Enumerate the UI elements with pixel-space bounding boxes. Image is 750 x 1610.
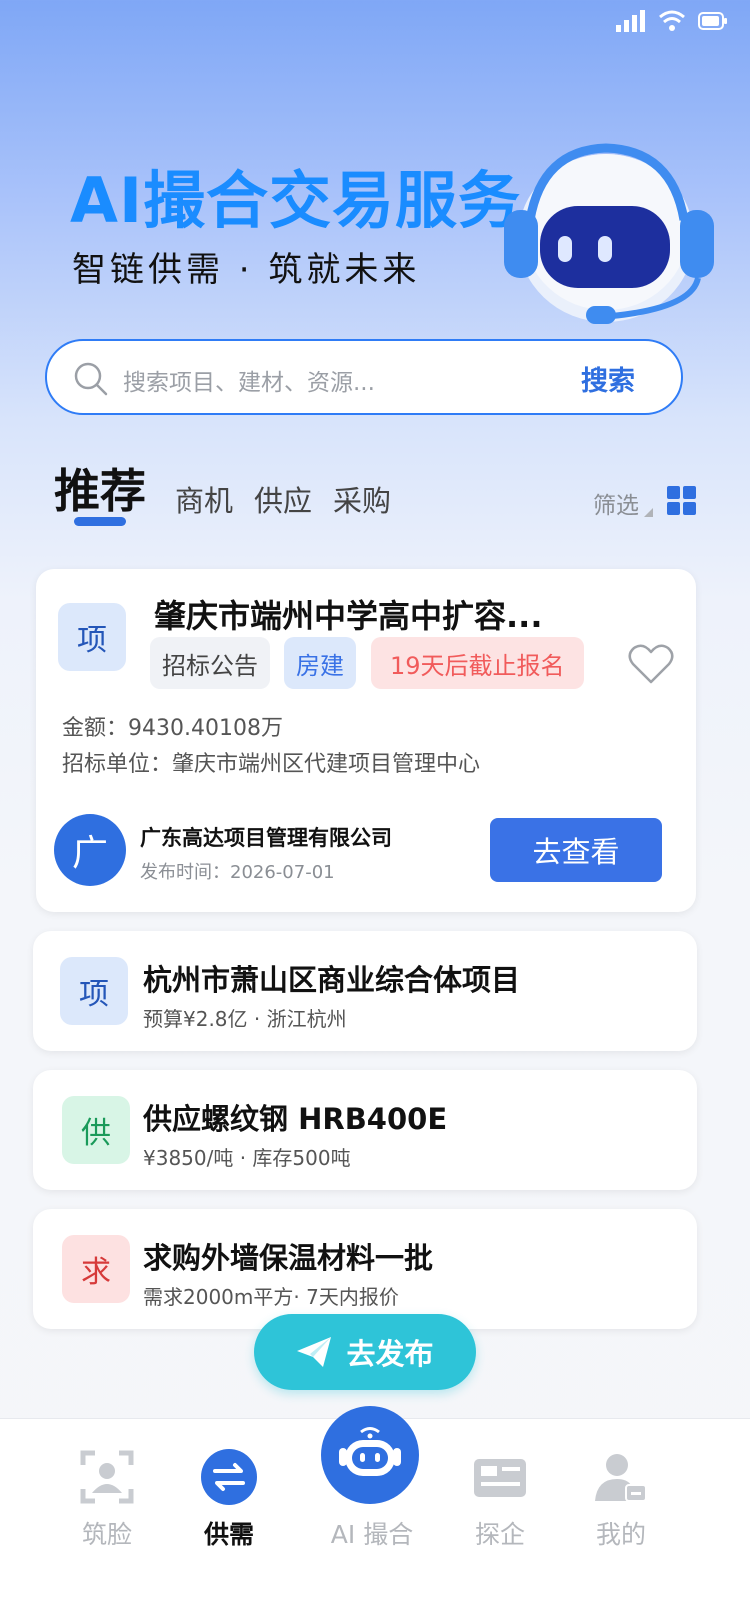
project-amount: 金额：9430.40108万 (62, 716, 283, 741)
view-detail-button[interactable]: 去查看 (490, 818, 662, 882)
filter-triangle-icon (644, 508, 653, 517)
tag-tender-notice: 招标公告 (150, 637, 270, 689)
active-tab-indicator (74, 517, 126, 526)
status-bar (616, 10, 728, 32)
list-item-title: 杭州市萧山区商业综合体项目 (143, 963, 521, 997)
face-scan-icon (80, 1450, 134, 1504)
list-item-subtitle: 预算¥2.8亿 · 浙江杭州 (143, 1007, 347, 1031)
company-avatar: 广 (54, 814, 126, 886)
list-item-title: 求购外墙保温材料一批 (143, 1241, 434, 1275)
publish-label: 去发布 (346, 1337, 434, 1371)
signal-icon (616, 10, 645, 32)
paper-plane-icon (297, 1337, 332, 1367)
nav-label: AI 撮合 (330, 1520, 414, 1549)
search-bar[interactable]: 搜索项目、建材、资源... 搜索 (45, 339, 683, 415)
user-icon (595, 1454, 647, 1502)
grid-view-icon[interactable] (667, 486, 697, 516)
nav-label: 供需 (203, 1520, 254, 1549)
nav-label: 探企 (474, 1520, 525, 1549)
list-item-subtitle: 需求2000m平方· 7天内报价 (143, 1285, 399, 1309)
nav-label: 我的 (595, 1520, 646, 1549)
publish-button[interactable]: 去发布 (254, 1314, 476, 1390)
project-badge: 项 (58, 603, 126, 671)
list-item-title: 供应螺纹钢 HRB400E (143, 1102, 448, 1136)
featured-project-card[interactable]: 项 肇庆市端州中学高中扩容... 招标公告 房建 19天后截止报名 金额：943… (36, 569, 696, 912)
hero-subtitle: 智链供需 · 筑就未来 (72, 250, 421, 290)
card-title: 肇庆市端州中学高中扩容... (154, 597, 543, 635)
robot-mascot-icon (504, 143, 714, 324)
exchange-icon (201, 1449, 257, 1505)
list-item[interactable]: 项 杭州市萧山区商业综合体项目 预算¥2.8亿 · 浙江杭州 (33, 931, 697, 1051)
filter-button[interactable]: 筛选 (593, 486, 639, 520)
project-badge: 项 (60, 957, 128, 1025)
tab-supply[interactable]: 供应 (254, 478, 312, 520)
list-item[interactable]: 求 求购外墙保温材料一批 需求2000m平方· 7天内报价 (33, 1209, 697, 1329)
ai-match-center-button[interactable] (321, 1406, 419, 1504)
supply-badge: 供 (62, 1096, 130, 1164)
list-item[interactable]: 供 供应螺纹钢 HRB400E ¥3850/吨 · 库存500吨 (33, 1070, 697, 1190)
tab-purchase[interactable]: 采购 (333, 478, 391, 520)
search-input[interactable]: 搜索项目、建材、资源... (123, 363, 375, 397)
list-item-subtitle: ¥3850/吨 · 库存500吨 (143, 1146, 351, 1170)
company-card-icon (474, 1459, 526, 1497)
tag-building: 房建 (284, 637, 356, 689)
tab-opportunity[interactable]: 商机 (175, 478, 233, 520)
robot-icon (339, 1427, 401, 1476)
nav-label: 筑脸 (81, 1520, 132, 1549)
search-button[interactable]: 搜索 (581, 359, 635, 398)
tab-recommend[interactable]: 推荐 (54, 455, 146, 521)
company-name: 广东高达项目管理有限公司 (140, 826, 392, 850)
battery-icon (698, 12, 727, 30)
tender-unit: 招标单位：肇庆市端州区代建项目管理中心 (62, 752, 481, 777)
publish-time: 发布时间：2026-07-01 (140, 862, 335, 883)
hero-title: AI撮合交易服务 (70, 164, 522, 237)
wifi-icon (659, 10, 685, 31)
search-icon (74, 362, 108, 396)
demand-badge: 求 (62, 1235, 130, 1303)
tag-deadline: 19天后截止报名 (371, 637, 584, 689)
favorite-heart-icon[interactable] (628, 643, 674, 685)
